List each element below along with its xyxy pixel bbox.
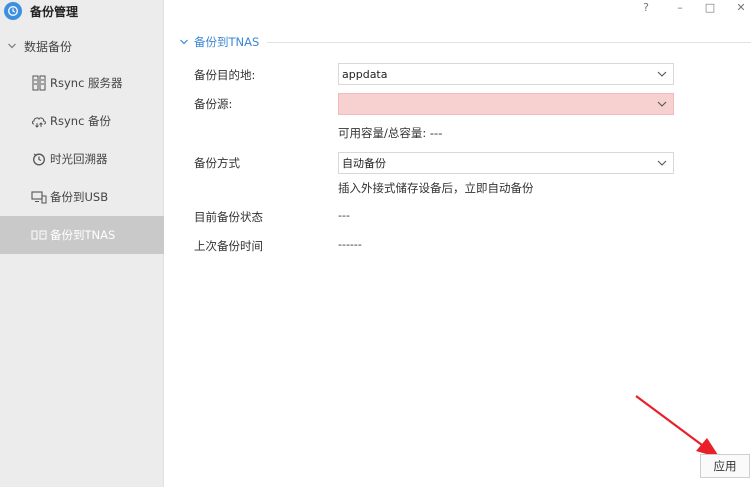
last-backup-value: ------ [338,238,362,251]
sidebar-item-tnas-backup[interactable]: 备份到TNAS [0,216,164,254]
section-header[interactable]: 备份到TNAS [178,34,751,50]
source-label: 备份源: [194,97,233,111]
chevron-down-icon [657,99,667,109]
sidebar-group-data-backup[interactable]: 数据备份 [0,34,164,58]
mode-select[interactable]: 自动备份 [338,152,674,174]
sidebar-item-label: 备份到TNAS [50,228,116,242]
sidebar-item-label: 备份到USB [50,190,109,204]
time-machine-icon [31,151,47,167]
status-value: --- [338,209,350,222]
server-icon [31,75,47,91]
section-divider [267,41,751,43]
mode-hint: 插入外接式储存设备后，立即自动备份 [338,181,534,195]
help-button[interactable]: ? [638,0,654,14]
close-button[interactable]: ✕ [733,0,749,14]
chevron-down-icon [657,158,667,168]
maximize-button[interactable]: □ [702,0,718,14]
apply-button[interactable]: 应用 [700,454,750,478]
dest-select[interactable]: appdata [338,63,674,85]
nas-icon [31,227,47,243]
capacity-text: 可用容量/总容量: --- [338,126,443,140]
sidebar: 备份管理 数据备份 Rsync 服务器 Rsync 备份 时光回溯器 备份到US… [0,0,164,487]
sidebar-item-label: Rsync 备份 [50,114,112,128]
sidebar-group-label: 数据备份 [24,39,73,54]
chevron-down-icon [178,36,190,48]
chevron-down-icon [6,40,18,52]
mode-select-value: 自动备份 [342,157,386,170]
sidebar-item-label: Rsync 服务器 [50,76,123,90]
backup-clock-icon [4,2,22,20]
sidebar-item-rsync-server[interactable]: Rsync 服务器 [0,64,164,102]
minimize-button[interactable]: – [672,0,688,14]
dest-label: 备份目的地: [194,68,256,82]
usb-device-icon [31,189,47,205]
sidebar-item-rsync-backup[interactable]: Rsync 备份 [0,102,164,140]
chevron-down-icon [657,69,667,79]
sidebar-item-label: 时光回溯器 [50,152,108,166]
last-backup-label: 上次备份时间 [194,239,263,253]
sidebar-item-time-machine[interactable]: 时光回溯器 [0,140,164,178]
source-select[interactable] [338,93,674,115]
app-title: 备份管理 [30,4,79,19]
app-header: 备份管理 [0,0,164,22]
status-label: 目前备份状态 [194,210,263,224]
sidebar-item-usb-backup[interactable]: 备份到USB [0,178,164,216]
cloud-sync-icon [31,113,47,129]
section-title: 备份到TNAS [194,35,260,49]
dest-select-value: appdata [342,67,388,81]
mode-label: 备份方式 [194,156,240,170]
